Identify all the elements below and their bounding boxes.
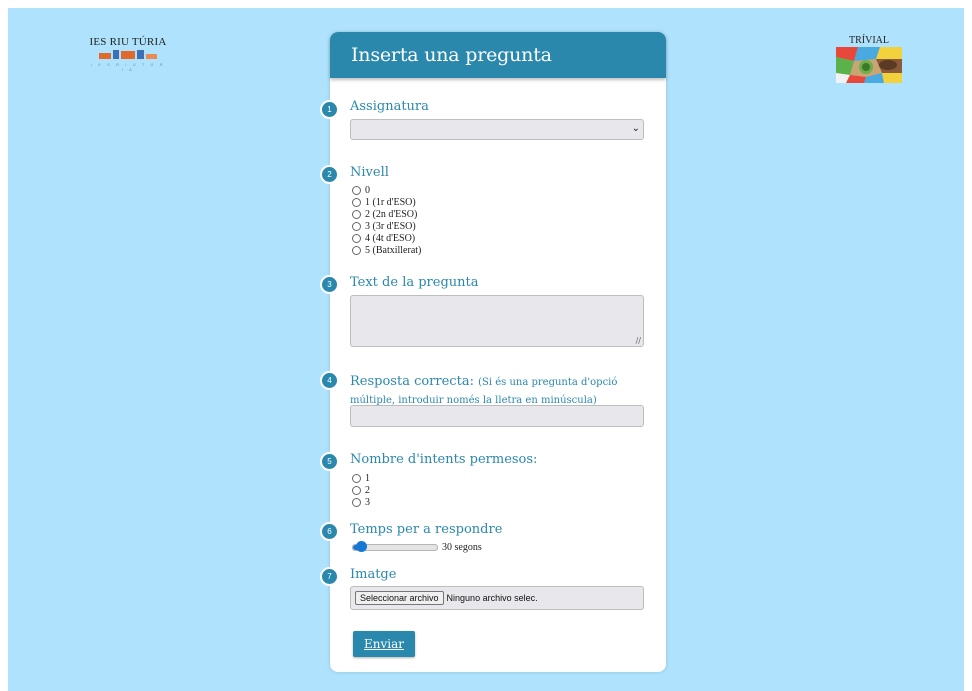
radio-button[interactable] <box>352 473 361 483</box>
radio-button[interactable] <box>352 245 361 255</box>
step-6-badge: 6 <box>320 522 339 541</box>
step-4-badge: 4 <box>320 371 339 390</box>
school-logo-title: IES RIU TÚRIA <box>89 36 167 48</box>
submit-button[interactable]: Enviar <box>353 631 415 657</box>
trivial-logo: TRÍVIAL <box>836 35 902 83</box>
time-value: 30 segons <box>442 542 482 553</box>
time-label: Temps per a respondre <box>350 522 503 537</box>
step-1-badge: 1 <box>320 100 339 119</box>
attempts-option[interactable]: 1 <box>352 472 370 484</box>
level-radio-group: 0 1 (1r d'ESO) 2 (2n d'ESO) 3 (3r d'ESO)… <box>352 184 421 256</box>
attempts-option[interactable]: 3 <box>352 496 370 508</box>
step-7-badge: 7 <box>320 567 339 586</box>
radio-button[interactable] <box>352 209 361 219</box>
radio-button[interactable] <box>352 485 361 495</box>
radio-button[interactable] <box>352 221 361 231</box>
level-option[interactable]: 5 (Batxillerat) <box>352 244 421 256</box>
attempts-radio-group: 1 2 3 <box>352 472 370 508</box>
question-text-label: Text de la pregunta <box>350 275 479 290</box>
image-file-input: Seleccionar archivo Ninguno archivo sele… <box>350 586 644 610</box>
attempts-option[interactable]: 2 <box>352 484 370 496</box>
step-3-badge: 3 <box>320 275 339 294</box>
select-file-button[interactable]: Seleccionar archivo <box>355 591 444 605</box>
subject-select[interactable]: ⌄ <box>350 119 644 140</box>
radio-button[interactable] <box>352 497 361 507</box>
school-logo: IES RIU TÚRIA I E S R I U T Ú R I A <box>88 36 168 72</box>
attempts-label: Nombre d'intents permesos: <box>350 452 538 467</box>
level-option[interactable]: 1 (1r d'ESO) <box>352 196 421 208</box>
step-2-badge: 2 <box>320 165 339 184</box>
school-logo-subtitle: I E S R I U T Ú R I A <box>90 62 166 72</box>
radio-button[interactable] <box>352 197 361 207</box>
radio-button[interactable] <box>352 185 361 195</box>
level-option[interactable]: 2 (2n d'ESO) <box>352 208 421 220</box>
slider-thumb[interactable] <box>356 541 368 552</box>
form-header: Inserta una pregunta <box>330 32 666 78</box>
time-slider-group: 30 segons <box>352 541 482 553</box>
resize-grip-icon[interactable]: ∕∕ <box>636 336 641 345</box>
school-logo-graphic <box>88 50 168 59</box>
trivial-board-image <box>836 47 902 83</box>
form-title: Inserta una pregunta <box>351 44 552 66</box>
image-label: Imatge <box>350 567 397 582</box>
question-text-area[interactable]: ∕∕ <box>350 295 644 347</box>
trivial-logo-title: TRÍVIAL <box>849 35 889 46</box>
subject-label: Assignatura <box>350 99 429 114</box>
correct-answer-input[interactable] <box>350 405 644 427</box>
level-option[interactable]: 3 (3r d'ESO) <box>352 220 421 232</box>
time-slider[interactable] <box>352 541 438 552</box>
radio-button[interactable] <box>352 233 361 243</box>
chevron-down-icon: ⌄ <box>631 123 640 134</box>
level-option[interactable]: 4 (4t d'ESO) <box>352 232 421 244</box>
level-option[interactable]: 0 <box>352 184 421 196</box>
no-file-text: Ninguno archivo selec. <box>446 593 538 603</box>
correct-answer-label: Resposta correcta: (Si és una pregunta d… <box>350 374 618 406</box>
level-label: Nivell <box>350 165 389 180</box>
step-5-badge: 5 <box>320 452 339 471</box>
question-form: Inserta una pregunta 1 Assignatura ⌄ 2 N… <box>320 32 666 672</box>
